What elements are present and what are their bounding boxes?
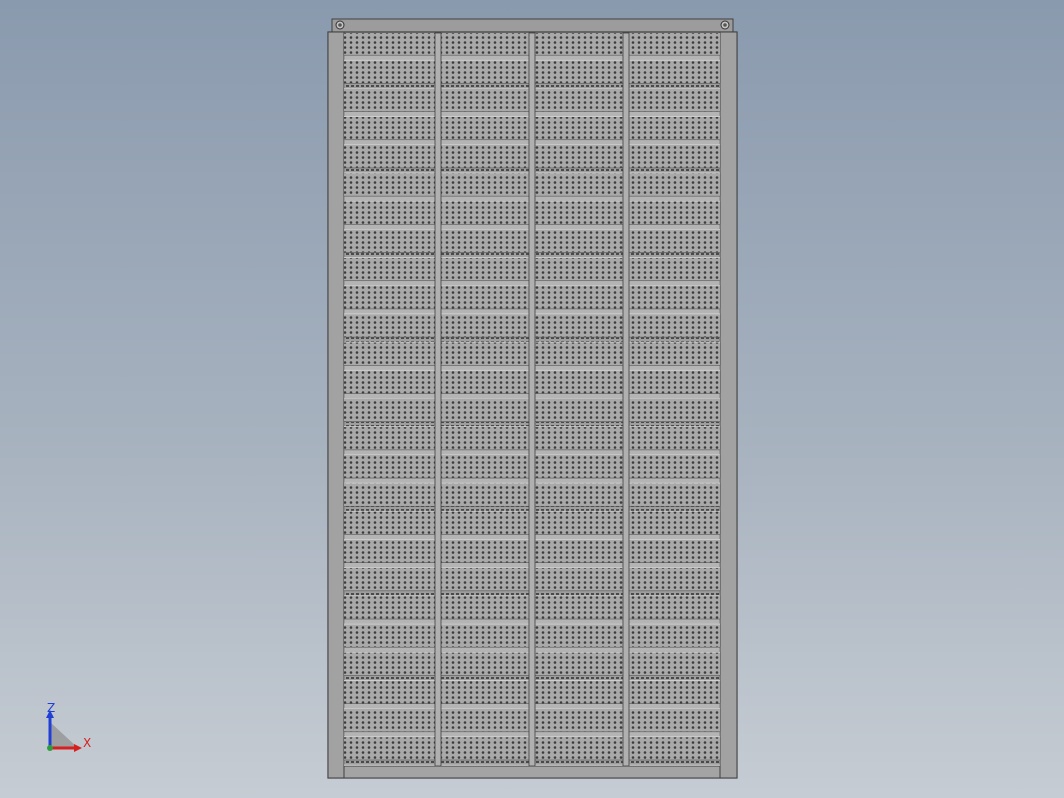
cad-viewport[interactable]: Z X [0, 0, 1064, 798]
right-side-rail [719, 31, 738, 779]
axis-triad: Z X [46, 701, 91, 752]
bottom-rail [343, 765, 721, 779]
grate-panel-model[interactable] [327, 18, 738, 779]
left-side-rail [327, 31, 345, 779]
triad-origin-dot [47, 745, 53, 751]
mounting-hole-right [720, 20, 730, 30]
z-axis-label: Z [47, 701, 55, 715]
triad-origin-plane [50, 722, 78, 748]
x-axis-label: X [83, 736, 91, 750]
vertical-divider-bar [528, 32, 536, 767]
vertical-divider-bar [434, 32, 442, 767]
mounting-hole-left [335, 20, 345, 30]
vertical-divider-bar [622, 32, 630, 767]
top-mounting-bar [331, 18, 734, 34]
x-axis-arrow [74, 744, 82, 752]
